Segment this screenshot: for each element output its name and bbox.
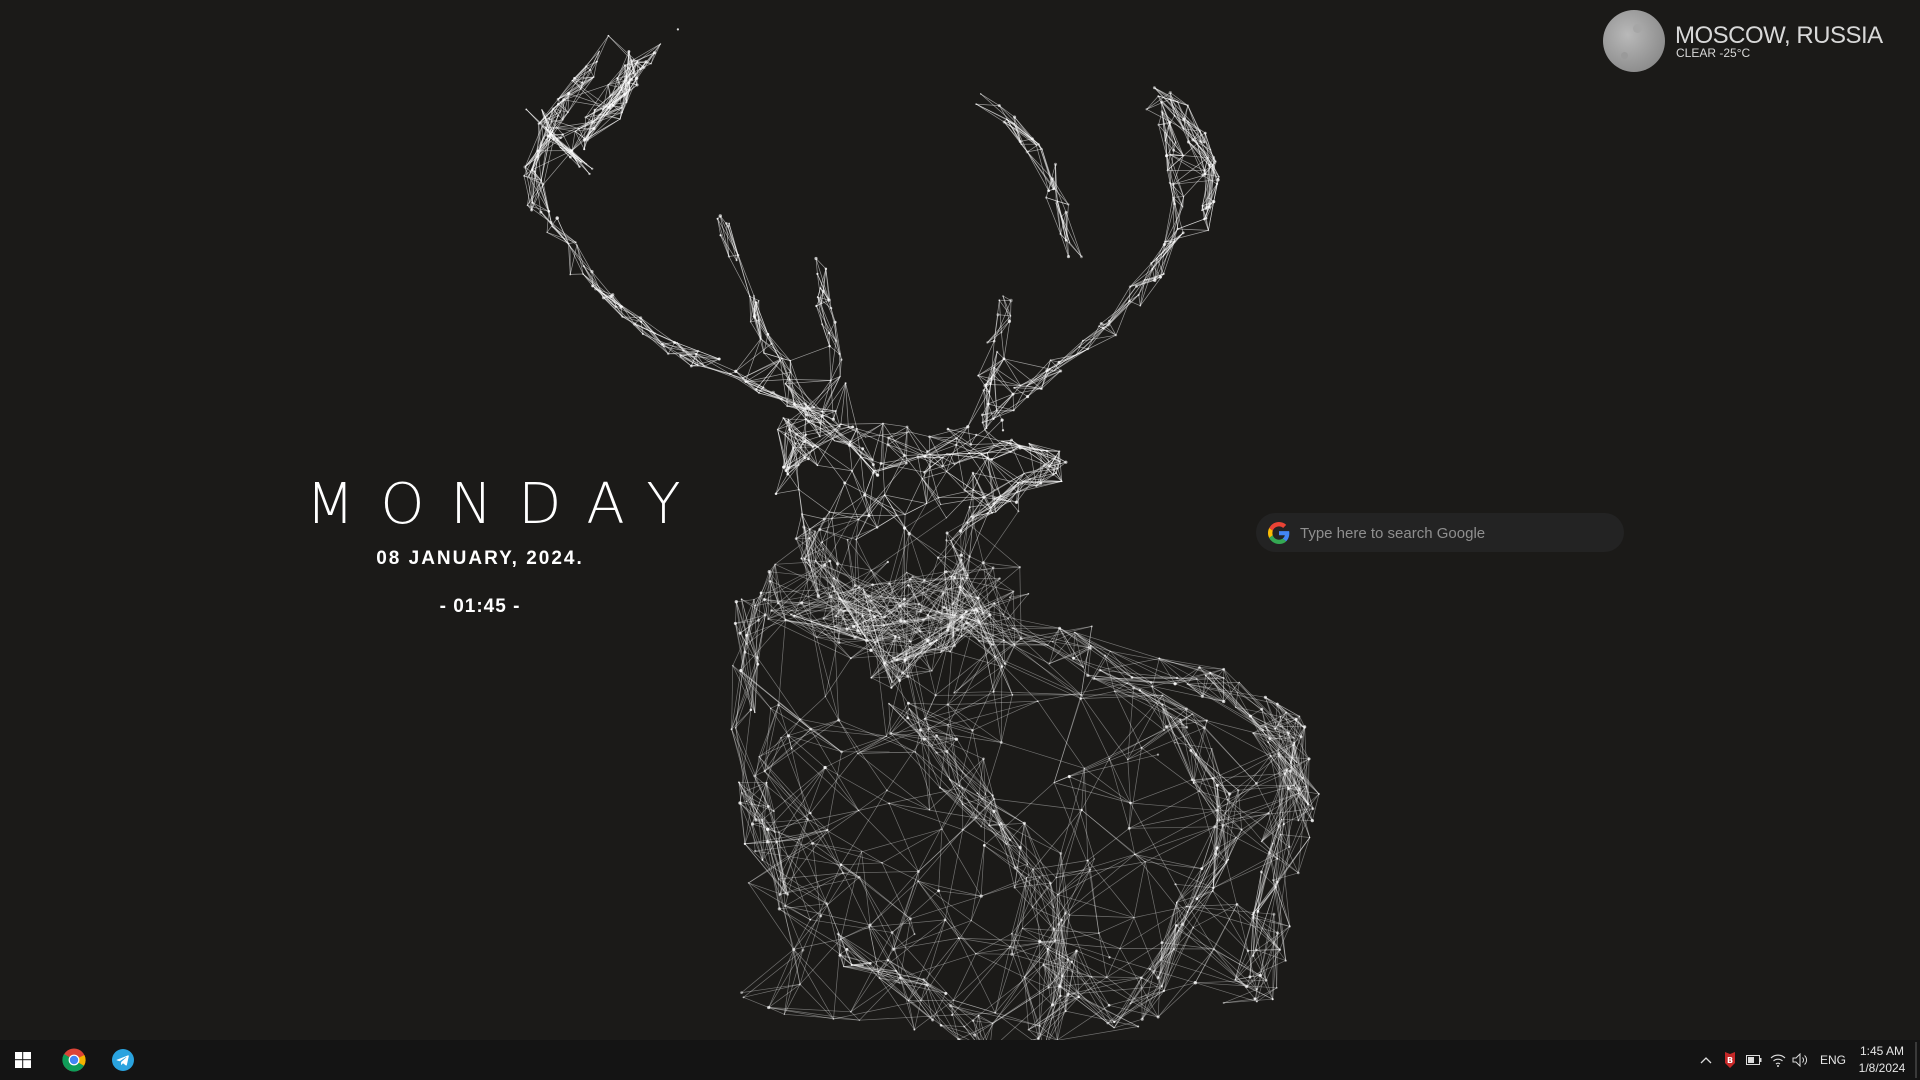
input-language[interactable]: ENG [1818,1040,1848,1080]
taskbar-clock[interactable]: 1:45 AM 1/8/2024 [1852,1040,1912,1080]
clock-date: 1/8/2024 [1858,1061,1906,1075]
date-time-widget: MONDAY 08 JANUARY, 2024. - 01:45 - [280,470,707,618]
moon-icon [1603,10,1665,72]
tray-network[interactable] [1768,1040,1788,1080]
date-text: 08 JANUARY, 2024. [376,548,584,569]
chrome-icon [62,1048,86,1072]
weather-condition: CLEAR -25°C [1676,46,1751,60]
time-text: - 01:45 - [439,596,521,617]
desktop: MONDAY 08 JANUARY, 2024. - 01:45 - MOSCO… [0,0,1920,1080]
wifi-icon [1770,1054,1786,1067]
chevron-up-icon [1700,1057,1712,1064]
taskbar: B ENG 1:45 AM 1/8/2024 [0,1040,1920,1080]
show-desktop-button[interactable] [1915,1042,1917,1078]
google-search-bar[interactable] [1256,513,1624,552]
clock-time: 1:45 AM [1859,1044,1905,1058]
start-button[interactable] [0,1040,46,1080]
volume-icon [1792,1053,1807,1067]
weather-widget: MOSCOW, RUSSIA CLEAR -25°C [1603,10,1903,72]
bitdefender-icon: B [1725,1052,1735,1068]
battery-icon [1746,1055,1762,1065]
taskbar-telegram[interactable] [99,1040,147,1080]
tray-bitdefender[interactable]: B [1720,1040,1740,1080]
google-g-icon [1268,522,1290,544]
tray-overflow-button[interactable] [1696,1040,1716,1080]
windows-start-icon [15,1052,31,1068]
tray-battery[interactable] [1744,1040,1764,1080]
search-input[interactable] [1298,518,1612,548]
tray-volume[interactable] [1790,1040,1810,1080]
taskbar-chrome[interactable] [50,1040,98,1080]
day-name: MONDAY [306,472,707,537]
telegram-icon [112,1049,134,1071]
